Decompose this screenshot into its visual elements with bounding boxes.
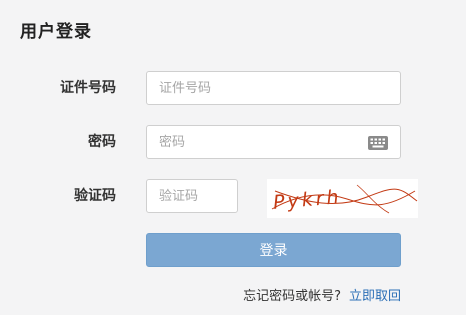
login-button[interactable]: 登录	[146, 233, 401, 267]
captcha-image[interactable]: Pykrh	[267, 179, 418, 218]
password-label: 密码	[88, 134, 116, 150]
captcha-input[interactable]	[146, 179, 238, 213]
keyboard-icon[interactable]	[368, 136, 388, 150]
id-number-label: 证件号码	[60, 80, 116, 96]
password-input[interactable]	[146, 125, 401, 159]
forgot-prompt: 忘记密码或帐号? 立即取回	[243, 288, 401, 306]
page-title: 用户登录	[20, 22, 92, 42]
forgot-text: 忘记密码或帐号?	[243, 289, 341, 304]
id-number-input[interactable]	[146, 71, 401, 105]
captcha-label: 验证码	[74, 188, 116, 204]
recover-link[interactable]: 立即取回	[349, 289, 401, 304]
